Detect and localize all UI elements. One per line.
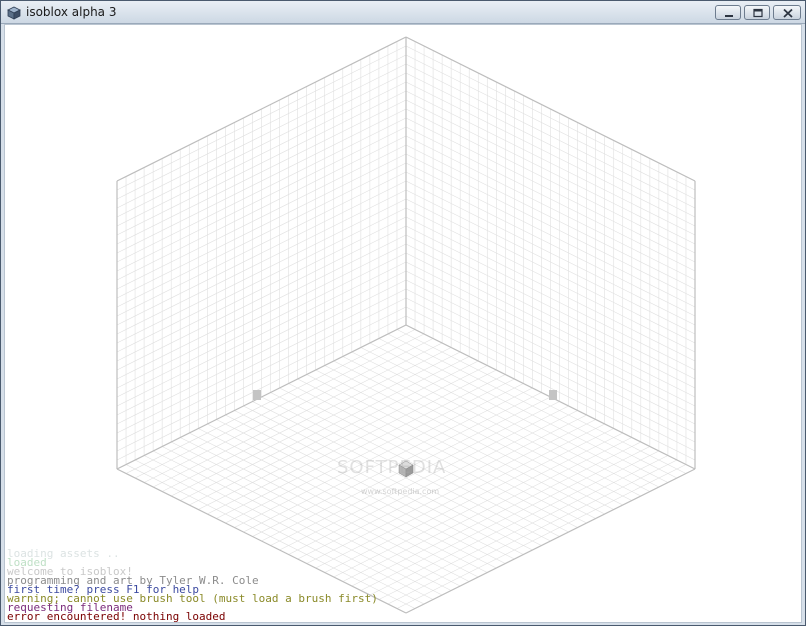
app-window: isoblox alpha 3 SOFTPEDIA www.softpedia.… <box>0 0 806 626</box>
watermark-text: SOFTPEDIA <box>337 457 447 478</box>
minimize-icon <box>725 15 733 17</box>
console-log: loading assets .. loaded welcome to isoblo… <box>7 547 707 623</box>
console-line: loading assets .. <box>7 547 120 560</box>
left-marker-block <box>253 390 261 400</box>
maximize-button[interactable] <box>744 5 770 20</box>
close-icon <box>783 8 793 18</box>
window-title: isoblox alpha 3 <box>26 5 117 19</box>
cube-icon <box>7 5 21 20</box>
isometric-room-grid[interactable] <box>5 25 802 623</box>
close-button[interactable] <box>773 5 801 20</box>
right-marker-block <box>549 390 557 400</box>
title-bar[interactable]: isoblox alpha 3 <box>1 1 805 24</box>
console-line: error encountered! nothing loaded <box>7 610 226 623</box>
iso-canvas[interactable]: SOFTPEDIA www.softpedia.com loading asse… <box>4 24 802 623</box>
maximize-icon <box>753 8 763 18</box>
watermark-url: www.softpedia.com <box>361 487 440 496</box>
minimize-button[interactable] <box>715 5 741 20</box>
